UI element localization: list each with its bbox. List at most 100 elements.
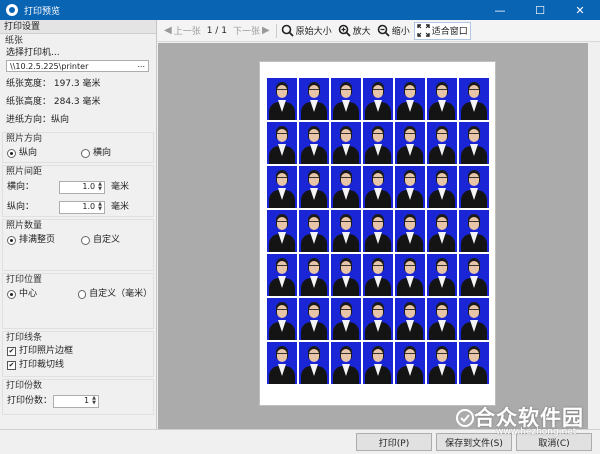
custom-count-label: 自定义 — [93, 235, 121, 245]
full-page-option[interactable]: 排满整页 — [7, 232, 81, 248]
photo-tile — [299, 78, 329, 120]
zoom-in-icon — [338, 24, 351, 37]
watermark: 合众软件园 www.hezhong.net — [456, 399, 600, 447]
select-printer-link[interactable]: 选择打印机... — [6, 47, 150, 60]
photo-tile — [395, 210, 425, 252]
preview-scrollbar[interactable] — [588, 43, 600, 429]
arrow-left-icon: ◀ — [164, 25, 172, 36]
watermark-logo-icon — [456, 409, 474, 427]
custom-count-radio[interactable] — [81, 235, 90, 245]
prev-page-button[interactable]: ◀ 上一张 — [162, 22, 203, 40]
copies-value: 1 — [84, 396, 90, 405]
custom-position-label: 自定义（毫米） — [89, 289, 153, 299]
photo-tile — [299, 122, 329, 164]
photo-tile — [331, 210, 361, 252]
spin-down-icon[interactable]: ▼ — [98, 207, 102, 212]
photo-tile — [363, 342, 393, 384]
paper-group-label: 纸张 — [5, 36, 24, 46]
minimize-button[interactable]: — — [480, 0, 520, 20]
photo-tile — [395, 254, 425, 296]
orientation-group-label: 照片方向 — [6, 134, 43, 144]
custom-position-radio[interactable] — [77, 289, 87, 299]
center-option[interactable]: 中心 — [7, 286, 78, 302]
photo-tile — [267, 210, 297, 252]
window-title: 打印预览 — [24, 6, 61, 17]
photo-tile — [299, 298, 329, 340]
landscape-radio[interactable] — [81, 148, 90, 158]
center-label: 中心 — [19, 289, 38, 299]
photo-tile — [459, 78, 489, 120]
paper-width-text: 纸张宽度： 197.3 毫米 — [6, 79, 101, 89]
print-button[interactable]: 打印(P) — [356, 433, 432, 451]
close-button[interactable]: ✕ — [560, 0, 600, 20]
print-cutline-checkbox[interactable]: ✔ — [7, 360, 16, 370]
photo-tile — [427, 78, 457, 120]
photo-grid — [267, 78, 490, 384]
fit-window-label: 适合窗口 — [431, 27, 468, 37]
photo-tile — [363, 166, 393, 208]
photo-tile — [459, 298, 489, 340]
page-indicator: 1 / 1 — [206, 25, 227, 36]
photo-tile — [299, 342, 329, 384]
photo-tile — [395, 78, 425, 120]
photo-tile — [459, 210, 489, 252]
photo-tile — [363, 210, 393, 252]
position-group-label: 打印位置 — [6, 275, 43, 285]
zoom-in-button[interactable]: 放大 — [336, 22, 373, 40]
photo-tile — [331, 254, 361, 296]
horizontal-spacing-stepper[interactable]: 1.0 ▲ ▼ — [59, 180, 105, 194]
full-page-radio[interactable] — [7, 235, 16, 245]
fit-window-button[interactable]: 适合窗口 — [413, 21, 471, 40]
preview-toolbar: ◀ 上一张 1 / 1 下一张 ▶ 原始大小 放大 缩小 适合窗口 — [158, 20, 600, 42]
next-page-button[interactable]: 下一张 ▶ — [231, 22, 272, 40]
fit-window-icon — [417, 24, 430, 37]
vertical-spacing-label: 纵向： — [7, 202, 35, 212]
copies-stepper[interactable]: 1 ▲ ▼ — [53, 394, 99, 408]
custom-position-option[interactable]: 自定义（毫米） — [77, 286, 153, 302]
photo-tile — [331, 122, 361, 164]
original-size-label: 原始大小 — [295, 27, 332, 37]
horizontal-spacing-unit: 毫米 — [111, 182, 130, 192]
photo-tile — [363, 254, 393, 296]
photo-tile — [267, 342, 297, 384]
portrait-radio[interactable] — [7, 148, 16, 158]
print-cutline-option[interactable]: ✔ 打印裁切线 — [7, 358, 149, 372]
zoom-out-label: 缩小 — [391, 27, 410, 37]
watermark-url: www.hezhong.net — [496, 427, 577, 437]
zoom-out-button[interactable]: 缩小 — [375, 22, 412, 40]
zoom-out-icon — [377, 24, 390, 37]
browse-printer-button[interactable]: ... — [137, 60, 145, 69]
next-page-label: 下一张 — [232, 27, 260, 37]
vertical-spacing-stepper[interactable]: 1.0 ▲ ▼ — [59, 200, 105, 214]
print-border-option[interactable]: ✔ 打印照片边框 — [7, 344, 149, 358]
photo-tile — [395, 298, 425, 340]
print-border-checkbox[interactable]: ✔ — [7, 346, 16, 356]
custom-count-option[interactable]: 自定义 — [81, 232, 120, 248]
paper-height-text: 纸张高度： 284.3 毫米 — [6, 97, 101, 107]
feed-direction-text: 进纸方向：纵向 — [6, 115, 70, 125]
preview-area[interactable] — [158, 43, 600, 429]
landscape-option[interactable]: 横向 — [81, 145, 111, 161]
portrait-label: 纵向 — [19, 148, 38, 158]
paper-sheet — [259, 61, 496, 406]
copies-group-label: 打印份数 — [6, 381, 43, 391]
photo-tile — [363, 298, 393, 340]
spin-down-icon[interactable]: ▼ — [98, 187, 102, 192]
original-size-button[interactable]: 原始大小 — [279, 22, 334, 40]
photo-tile — [459, 254, 489, 296]
center-radio[interactable] — [7, 289, 16, 299]
prev-page-label: 上一张 — [173, 27, 201, 37]
print-cutline-label: 打印裁切线 — [19, 360, 65, 370]
maximize-button[interactable]: ☐ — [520, 0, 560, 20]
title-bar: 打印预览 — ☐ ✕ — [0, 0, 600, 20]
photo-tile — [363, 122, 393, 164]
photo-tile — [331, 78, 361, 120]
photo-tile — [299, 210, 329, 252]
app-icon — [6, 4, 18, 16]
printer-path-value: \\10.2.5.225\printer — [10, 61, 89, 71]
printer-path-field[interactable]: \\10.2.5.225\printer ... — [6, 60, 149, 72]
photo-tile — [459, 166, 489, 208]
spin-down-icon[interactable]: ▼ — [92, 401, 96, 406]
portrait-option[interactable]: 纵向 — [7, 145, 81, 161]
magnifier-icon — [281, 24, 294, 37]
